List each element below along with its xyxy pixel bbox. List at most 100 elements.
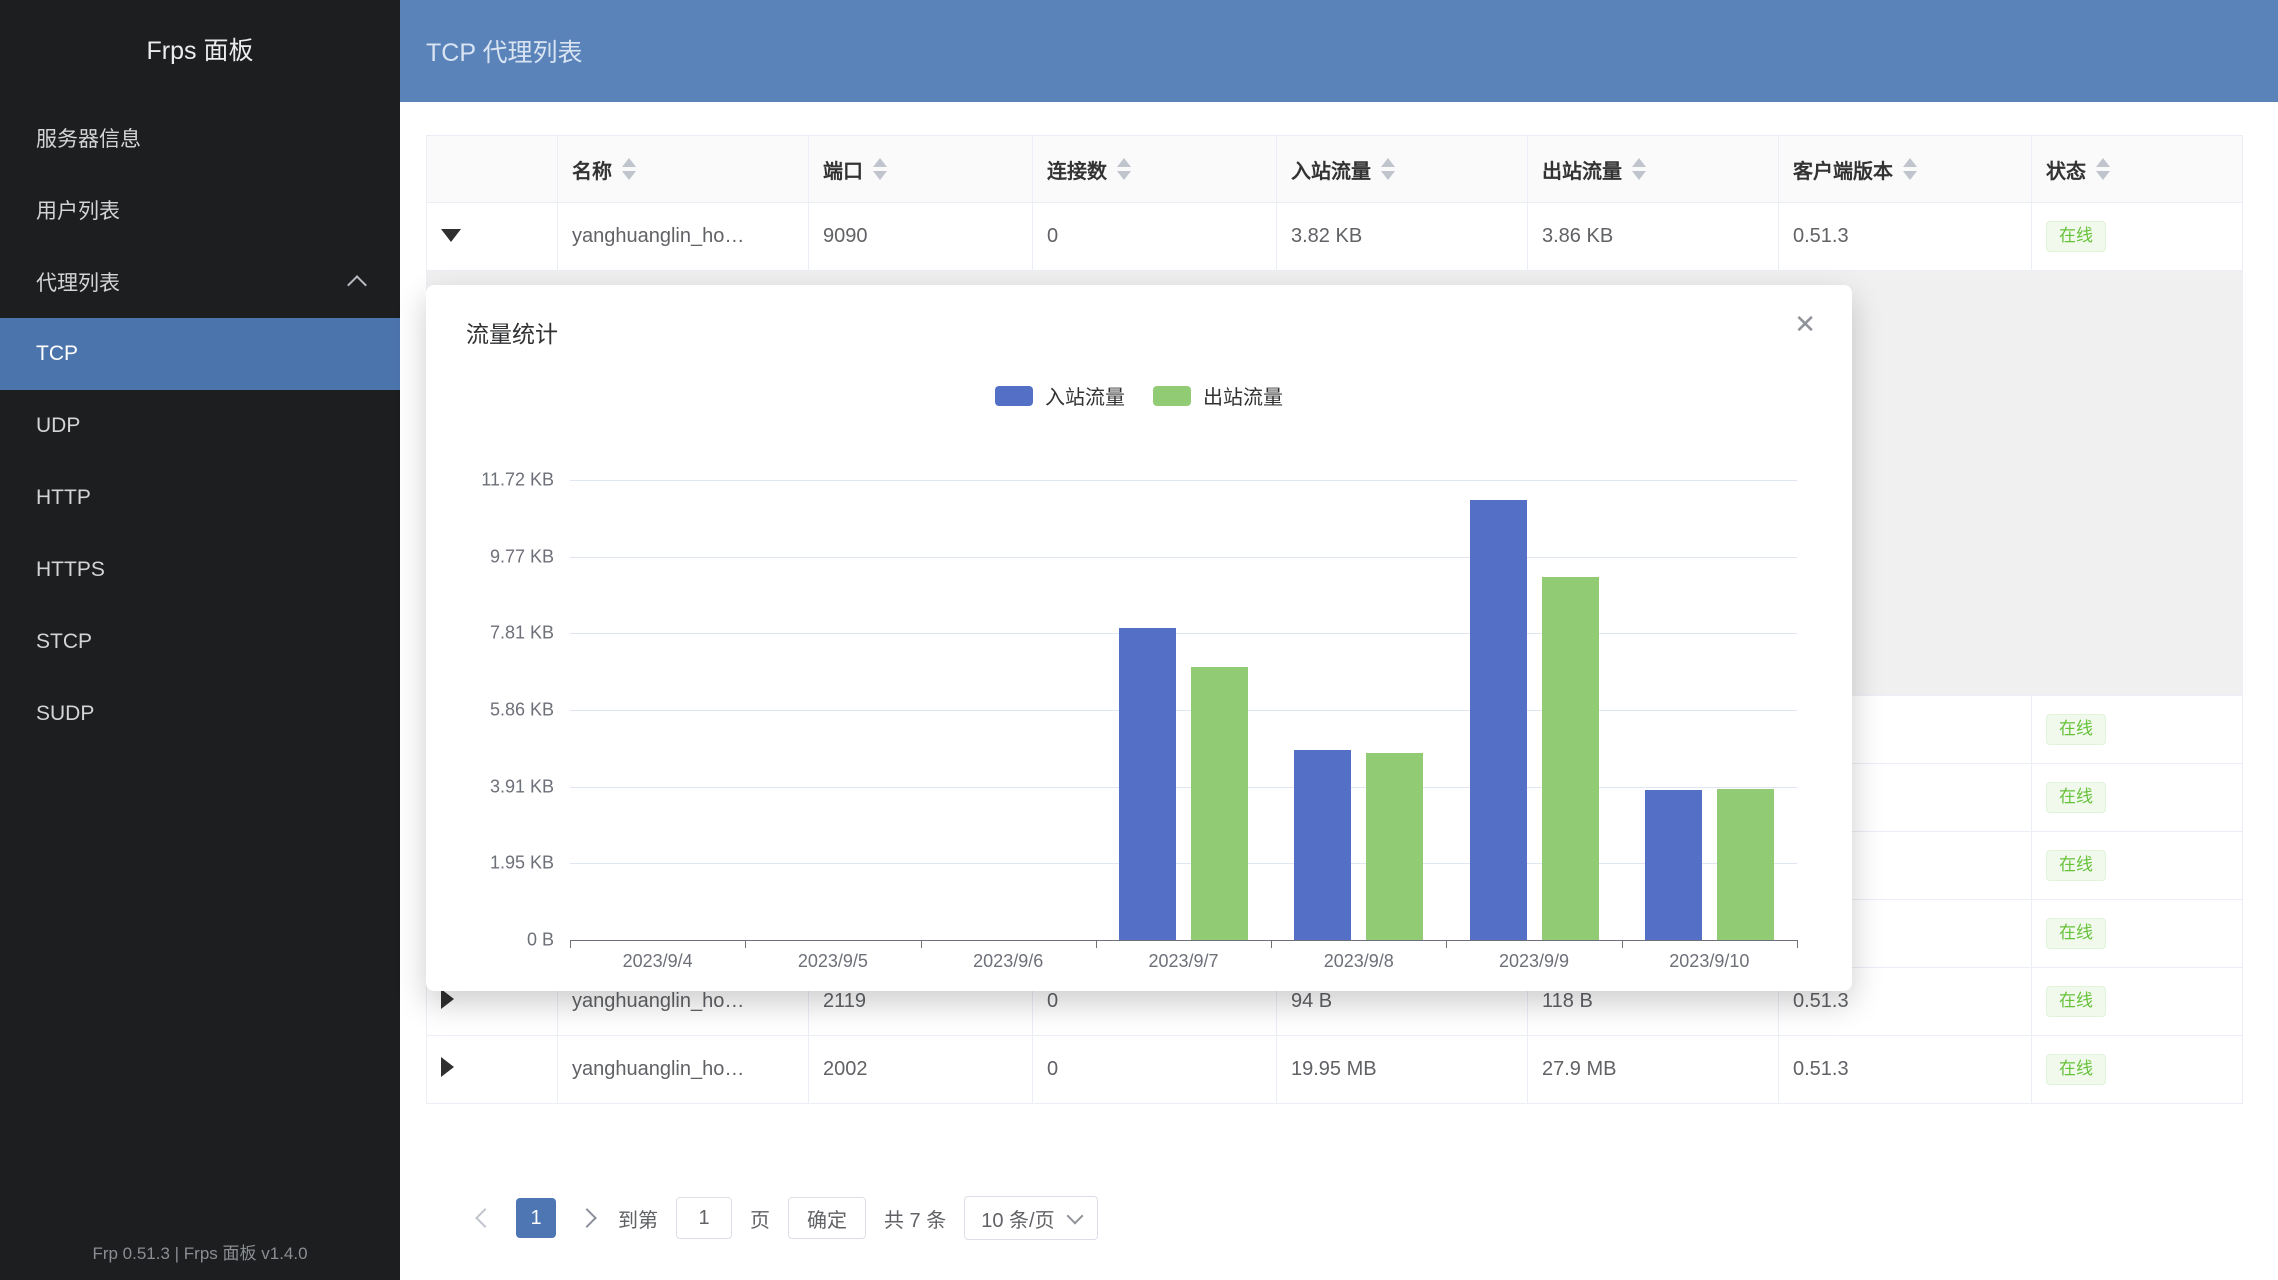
expand-row-icon[interactable] xyxy=(441,989,454,1009)
x-tick-label: 2023/9/9 xyxy=(1446,951,1621,972)
pagination: 1 到第 页 确定 共 7 条 10 条/页 xyxy=(426,1196,2246,1240)
bar-outbound xyxy=(1191,667,1248,940)
sort-desc-icon xyxy=(1632,171,1646,180)
axis-tick xyxy=(1622,940,1623,948)
sort-carets-icon[interactable] xyxy=(1117,158,1131,180)
sort-desc-icon xyxy=(1903,171,1917,180)
sort-asc-icon xyxy=(1117,158,1131,167)
chart-band xyxy=(921,480,1096,940)
sidebar-item-server-info[interactable]: 服务器信息 xyxy=(0,102,400,174)
sort-carets-icon[interactable] xyxy=(1381,158,1395,180)
sort-carets-icon[interactable] xyxy=(1903,158,1917,180)
prev-page-button[interactable] xyxy=(472,1205,498,1231)
column-header-traffic-out[interactable]: 出站流量 xyxy=(1528,136,1779,203)
page-number-1[interactable]: 1 xyxy=(516,1198,556,1238)
sidebar-item-stcp[interactable]: STCP xyxy=(0,606,400,678)
page-jump-input[interactable] xyxy=(676,1197,732,1239)
sort-asc-icon xyxy=(1903,158,1917,167)
x-axis-line xyxy=(570,940,1797,941)
legend-item[interactable]: 入站流量 xyxy=(995,381,1125,410)
chart-bars xyxy=(570,480,1797,940)
x-tick-label: 2023/9/7 xyxy=(1096,951,1271,972)
chart-band xyxy=(1271,480,1446,940)
cell-traffic-out: 27.9 MB xyxy=(1528,1036,1779,1104)
column-header-connections[interactable]: 连接数 xyxy=(1033,136,1277,203)
status-badge: 在线 xyxy=(2046,782,2106,812)
cell-port: 9090 xyxy=(809,203,1033,271)
sort-carets-icon[interactable] xyxy=(1632,158,1646,180)
chevron-up-icon xyxy=(347,275,367,295)
sidebar-item-users[interactable]: 用户列表 xyxy=(0,174,400,246)
page-size-select[interactable]: 10 条/页 xyxy=(964,1196,1097,1240)
status-badge: 在线 xyxy=(2046,850,2106,880)
sidebar-item-label: SUDP xyxy=(36,702,94,726)
bar-outbound xyxy=(1542,577,1599,940)
column-header-inner: 名称 xyxy=(572,155,794,184)
chart-y-axis: 11.72 KB9.77 KB7.81 KB5.86 KB3.91 KB1.95… xyxy=(426,480,554,940)
column-label: 入站流量 xyxy=(1291,155,1371,184)
version-footer: Frp 0.51.3 | Frps 面板 v1.4.0 xyxy=(0,1239,400,1264)
cell-status: 在线 xyxy=(2032,1036,2243,1104)
column-label: 出站流量 xyxy=(1542,155,1622,184)
sort-asc-icon xyxy=(1381,158,1395,167)
axis-tick xyxy=(921,940,922,948)
close-icon[interactable]: ✕ xyxy=(1794,311,1816,337)
modal-title: 流量统计 xyxy=(466,315,558,349)
chevron-right-icon xyxy=(577,1208,597,1228)
cell-status: 在线 xyxy=(2032,832,2243,900)
sidebar-item-http[interactable]: HTTP xyxy=(0,462,400,534)
chart-band xyxy=(745,480,920,940)
axis-tick xyxy=(1096,940,1097,948)
legend-item[interactable]: 出站流量 xyxy=(1153,381,1283,410)
expand-cell xyxy=(427,1036,558,1104)
sort-desc-icon xyxy=(622,171,636,180)
sidebar-item-tcp[interactable]: TCP xyxy=(0,318,400,390)
bar-outbound xyxy=(1366,753,1423,940)
status-badge: 在线 xyxy=(2046,714,2106,744)
sidebar-item-udp[interactable]: UDP xyxy=(0,390,400,462)
cell-name: yanghuanglin_ho… xyxy=(558,203,809,271)
status-badge: 在线 xyxy=(2046,221,2106,251)
column-header-name[interactable]: 名称 xyxy=(558,136,809,203)
column-header-status[interactable]: 状态 xyxy=(2032,136,2243,203)
cell-connections: 0 xyxy=(1033,203,1277,271)
next-page-button[interactable] xyxy=(574,1205,600,1231)
column-label: 端口 xyxy=(823,155,863,184)
sort-carets-icon[interactable] xyxy=(873,158,887,180)
chevron-down-icon xyxy=(1066,1208,1083,1225)
sort-desc-icon xyxy=(1117,171,1131,180)
confirm-button[interactable]: 确定 xyxy=(788,1197,866,1239)
sidebar-item-https[interactable]: HTTPS xyxy=(0,534,400,606)
cell-status: 在线 xyxy=(2032,696,2243,764)
column-header-inner: 连接数 xyxy=(1047,155,1262,184)
cell-status: 在线 xyxy=(2032,968,2243,1036)
column-header-port[interactable]: 端口 xyxy=(809,136,1033,203)
sidebar-item-sudp[interactable]: SUDP xyxy=(0,678,400,750)
bar-inbound xyxy=(1294,750,1351,940)
column-header-version[interactable]: 客户端版本 xyxy=(1779,136,2032,203)
sidebar-item-label: 用户列表 xyxy=(36,195,120,225)
sidebar-item-proxies[interactable]: 代理列表 xyxy=(0,246,400,318)
page-size-value: 10 条/页 xyxy=(981,1204,1054,1233)
y-tick-label: 3.91 KB xyxy=(490,776,554,797)
sidebar-item-label: 代理列表 xyxy=(36,267,120,297)
total-label: 共 7 条 xyxy=(884,1204,946,1233)
axis-tick xyxy=(1446,940,1447,948)
sort-carets-icon[interactable] xyxy=(622,158,636,180)
cell-status: 在线 xyxy=(2032,203,2243,271)
chart-band xyxy=(1446,480,1621,940)
legend-label: 入站流量 xyxy=(1045,381,1125,410)
axis-tick xyxy=(1797,940,1798,948)
cell-connections: 0 xyxy=(1033,1036,1277,1104)
collapse-row-icon[interactable] xyxy=(441,229,461,242)
sidebar-item-label: UDP xyxy=(36,414,80,438)
traffic-chart xyxy=(570,480,1797,940)
sort-carets-icon[interactable] xyxy=(2096,158,2110,180)
status-badge: 在线 xyxy=(2046,918,2106,948)
column-header-traffic-in[interactable]: 入站流量 xyxy=(1277,136,1528,203)
y-tick-label: 11.72 KB xyxy=(481,470,554,491)
expand-row-icon[interactable] xyxy=(441,1057,454,1077)
chart-x-axis: 2023/9/42023/9/52023/9/62023/9/72023/9/8… xyxy=(570,951,1797,972)
bar-inbound xyxy=(1119,628,1176,940)
axis-tick xyxy=(570,940,571,948)
